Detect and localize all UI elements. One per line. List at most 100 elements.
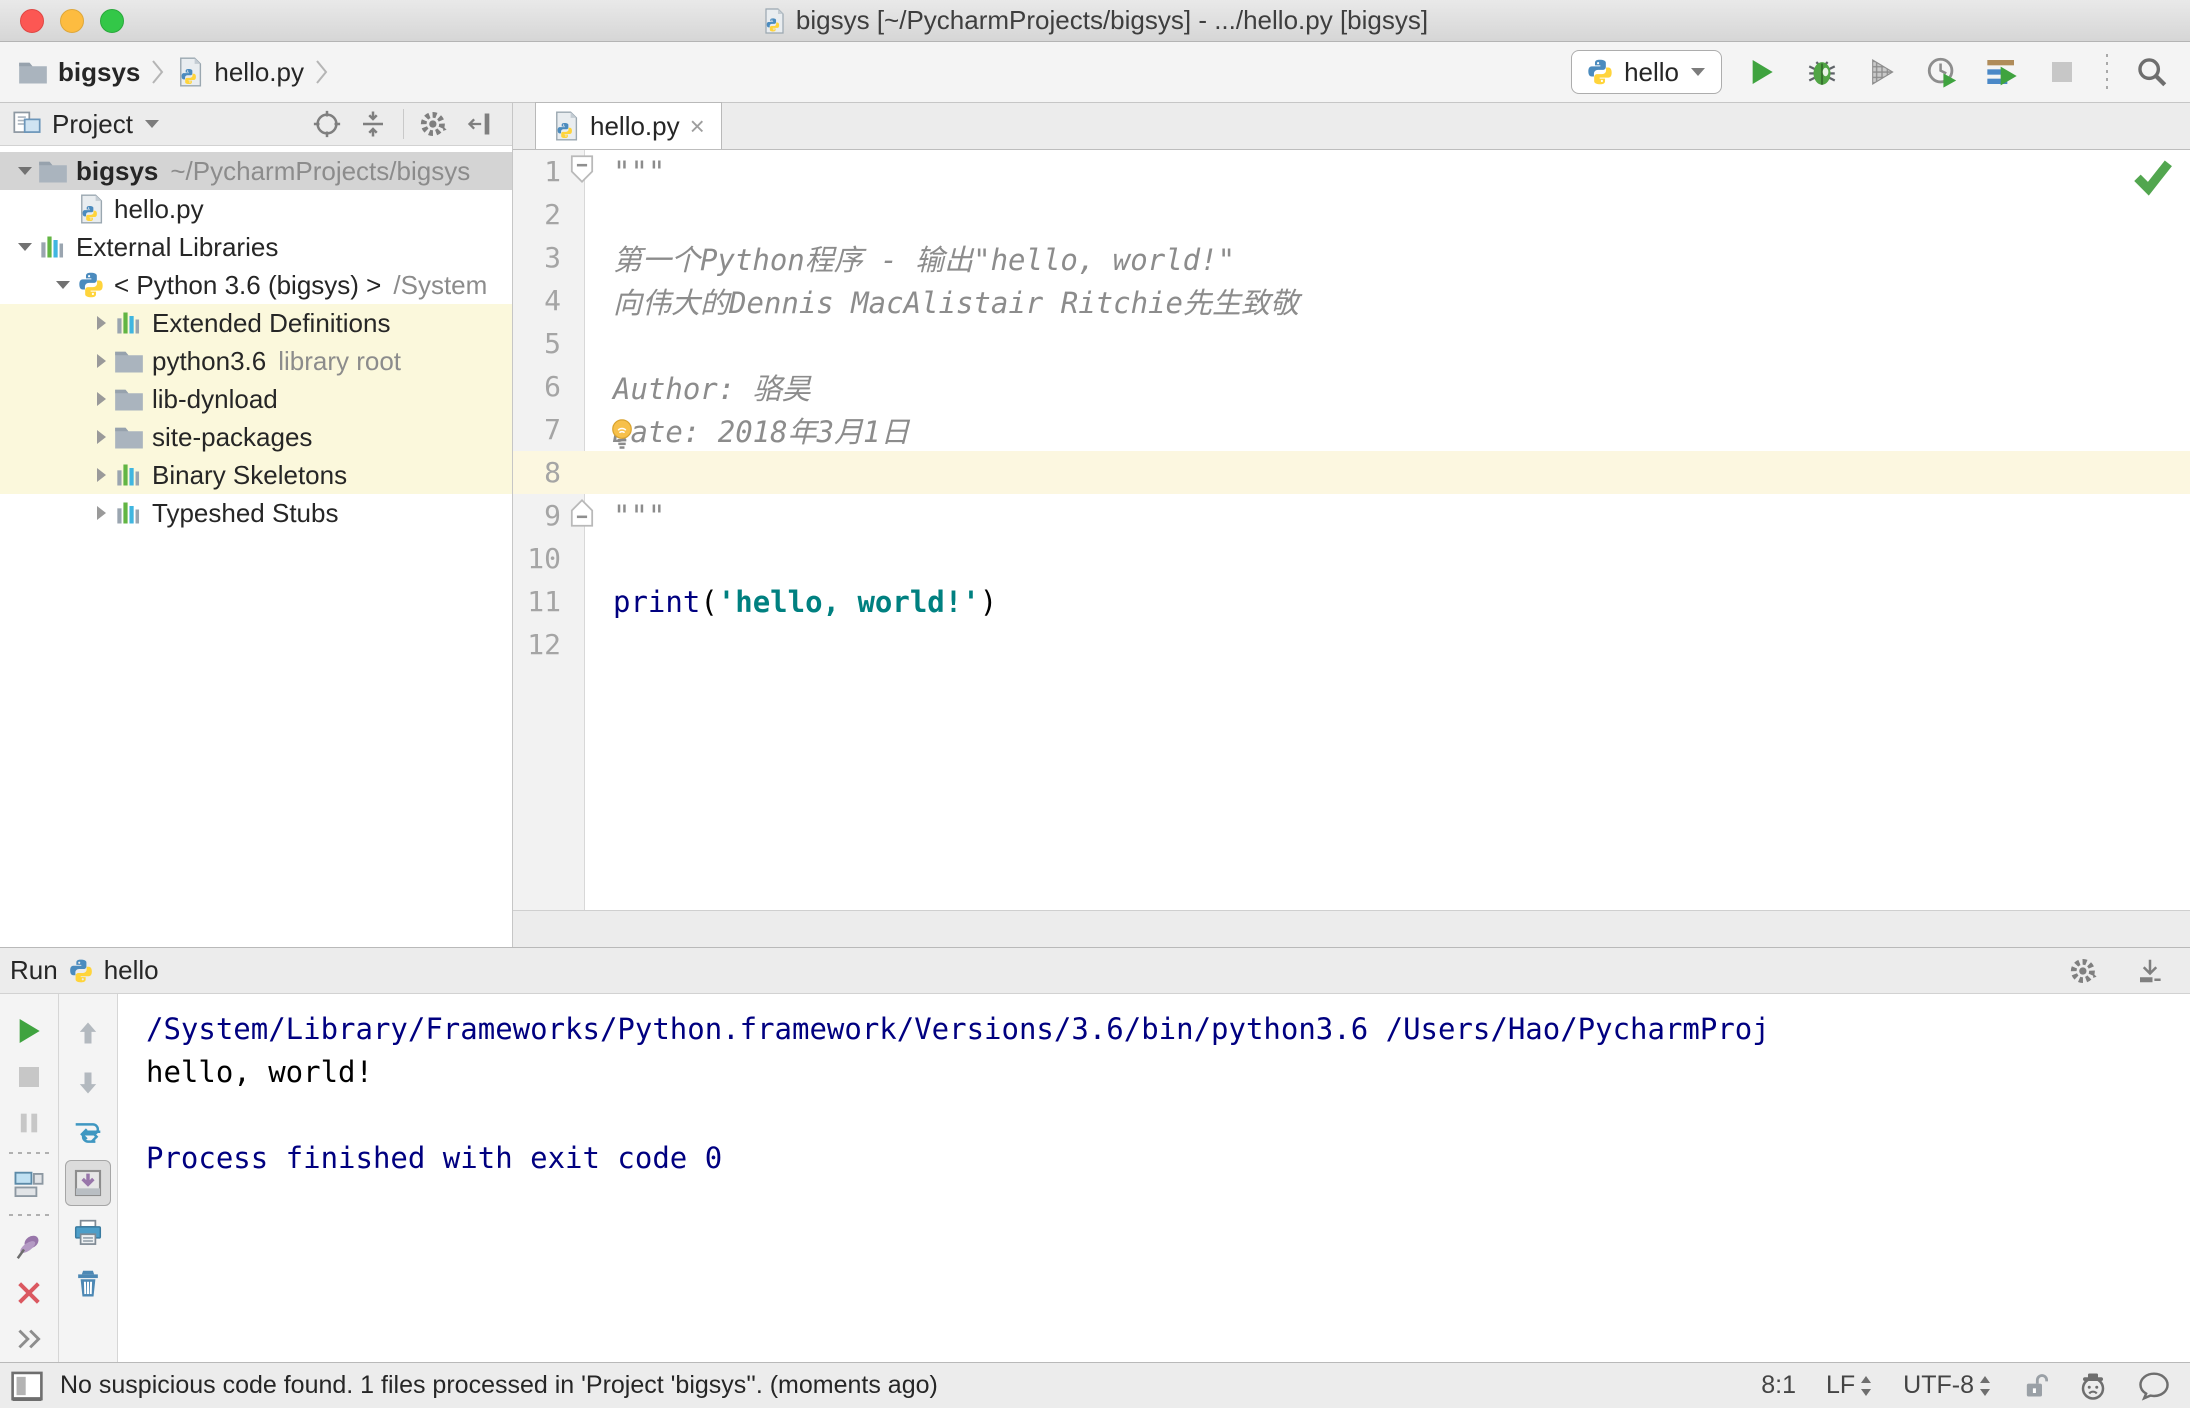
clear-all-button[interactable] bbox=[59, 1258, 118, 1308]
line-number: 12 bbox=[527, 628, 561, 661]
chevron-expanded-icon[interactable] bbox=[12, 160, 38, 182]
tree-row[interactable]: lib-dynload bbox=[0, 380, 512, 418]
hector-inspections-icon[interactable] bbox=[2078, 1371, 2108, 1401]
code-line[interactable]: 1 """ bbox=[513, 150, 2190, 193]
code-line[interactable]: 4 向伟大的Dennis MacAlistair Ritchie先生致敬 bbox=[513, 279, 2190, 322]
chevron-collapsed-icon[interactable] bbox=[88, 350, 114, 372]
run-panel-title[interactable]: Run bbox=[10, 955, 58, 986]
code-line[interactable]: 9 """ bbox=[513, 494, 2190, 537]
toolwindow-toggle-icon[interactable] bbox=[10, 1370, 44, 1402]
caret-position-widget[interactable]: 8:1 bbox=[1761, 1371, 1796, 1400]
tree-row[interactable]: Binary Skeletons bbox=[0, 456, 512, 494]
library-icon bbox=[38, 233, 68, 261]
profile-button[interactable] bbox=[1922, 52, 1962, 92]
collapse-all-button[interactable] bbox=[353, 104, 393, 144]
tree-row[interactable]: python3.6 library root bbox=[0, 342, 512, 380]
trash-icon bbox=[73, 1267, 103, 1299]
run-console[interactable]: /System/Library/Frameworks/Python.framew… bbox=[118, 994, 2190, 1362]
code-line[interactable]: 3 第一个Python程序 - 输出"hello, world!" bbox=[513, 236, 2190, 279]
pyfile-icon bbox=[176, 57, 204, 87]
fold-start-marker[interactable] bbox=[569, 155, 595, 183]
close-tab-icon[interactable]: × bbox=[690, 113, 705, 139]
code-line[interactable]: 7 Date: 2018年3月1日 bbox=[513, 408, 2190, 451]
debug-button[interactable] bbox=[1802, 52, 1842, 92]
chevron-collapsed-icon[interactable] bbox=[88, 464, 114, 486]
hide-panel-button[interactable] bbox=[460, 104, 500, 144]
close-window-button[interactable] bbox=[20, 8, 44, 33]
tree-row[interactable]: site-packages bbox=[0, 418, 512, 456]
search-everywhere-button[interactable] bbox=[2132, 52, 2172, 92]
chevron-collapsed-icon[interactable] bbox=[88, 312, 114, 334]
tree-item-suffix: library root bbox=[278, 345, 402, 376]
breadcrumb-project[interactable]: bigsys bbox=[58, 57, 140, 88]
library-icon bbox=[114, 461, 144, 489]
minimize-window-button[interactable] bbox=[60, 8, 84, 33]
chevron-collapsed-icon[interactable] bbox=[88, 388, 114, 410]
soft-wrap-button[interactable] bbox=[59, 1108, 118, 1158]
tree-item-label: lib-dynload bbox=[152, 383, 278, 414]
tab-hello-py[interactable]: hello.py × bbox=[535, 102, 722, 149]
line-number: 3 bbox=[544, 241, 561, 274]
printer-icon bbox=[72, 1218, 104, 1248]
code-editor[interactable]: 1 """ 2 3 第一个Python程序 - 输出"hello, world!" 4 向伟… bbox=[513, 150, 2190, 910]
encoding-value: UTF-8 bbox=[1903, 1371, 1974, 1399]
tree-row[interactable]: External Libraries bbox=[0, 228, 512, 266]
run-button[interactable] bbox=[1742, 52, 1782, 92]
intention-bulb-icon[interactable] bbox=[609, 418, 635, 450]
locate-file-button[interactable] bbox=[307, 104, 347, 144]
code-line[interactable]: 8 bbox=[513, 451, 2190, 494]
navigation-bar: bigsys hello.py hello bbox=[0, 42, 2190, 103]
hide-run-panel-button[interactable] bbox=[2130, 951, 2170, 991]
encoding-widget[interactable]: UTF-8 bbox=[1903, 1371, 1992, 1400]
pin-tab-button[interactable] bbox=[0, 1224, 58, 1270]
code-line[interactable]: 10 bbox=[513, 537, 2190, 580]
stop-process-button bbox=[0, 1054, 58, 1100]
pyfile-icon bbox=[552, 111, 580, 141]
rerun-button[interactable] bbox=[0, 1008, 58, 1054]
run-settings-button[interactable] bbox=[2064, 951, 2104, 991]
code-line[interactable]: 2 bbox=[513, 193, 2190, 236]
tab-label: hello.py bbox=[590, 110, 680, 141]
restore-layout-icon bbox=[13, 1170, 45, 1200]
zoom-window-button[interactable] bbox=[100, 8, 124, 33]
library-icon bbox=[114, 499, 144, 527]
breadcrumb-file[interactable]: hello.py bbox=[214, 57, 304, 88]
code-line[interactable]: 11 print('hello, world!') bbox=[513, 580, 2190, 623]
stop-icon bbox=[14, 1062, 44, 1092]
tree-row[interactable]: Typeshed Stubs bbox=[0, 494, 512, 532]
pycharm-window: bigsys [~/PycharmProjects/bigsys] - .../… bbox=[0, 0, 2190, 1408]
play-icon bbox=[13, 1015, 45, 1047]
project-panel-title[interactable]: Project bbox=[52, 109, 133, 140]
coverage-button[interactable] bbox=[1862, 52, 1902, 92]
code-line[interactable]: 6 Author: 骆昊 bbox=[513, 365, 2190, 408]
window-title: bigsys [~/PycharmProjects/bigsys] - .../… bbox=[795, 5, 1429, 35]
line-ending-widget[interactable]: LF bbox=[1826, 1371, 1873, 1400]
code-line[interactable]: 5 bbox=[513, 322, 2190, 365]
print-button[interactable] bbox=[59, 1208, 118, 1258]
traffic-lights bbox=[20, 0, 124, 41]
chevron-collapsed-icon[interactable] bbox=[88, 502, 114, 524]
chevron-down-icon[interactable] bbox=[143, 118, 161, 130]
scroll-to-end-button[interactable] bbox=[59, 1158, 118, 1208]
run-configuration-select[interactable]: hello bbox=[1571, 50, 1722, 94]
tree-row[interactable]: Extended Definitions bbox=[0, 304, 512, 342]
close-run-panel-button[interactable] bbox=[0, 1270, 58, 1316]
more-actions-button[interactable] bbox=[0, 1316, 58, 1362]
settings-button[interactable] bbox=[414, 104, 454, 144]
down-stack-trace-button bbox=[59, 1058, 118, 1108]
chevron-expanded-icon[interactable] bbox=[12, 236, 38, 258]
tree-row[interactable]: < Python 3.6 (bigsys) > /System bbox=[0, 266, 512, 304]
concurrency-diagram-button[interactable] bbox=[1982, 52, 2022, 92]
code-line[interactable]: 12 bbox=[513, 623, 2190, 666]
chevron-collapsed-icon[interactable] bbox=[88, 426, 114, 448]
tree-row[interactable]: bigsys ~/PycharmProjects/bigsys bbox=[0, 152, 512, 190]
lock-open-icon[interactable] bbox=[2022, 1372, 2048, 1400]
tree-item-suffix: /System bbox=[393, 269, 488, 300]
chevron-expanded-icon[interactable] bbox=[50, 274, 76, 296]
status-message[interactable]: No suspicious code found. 1 files proces… bbox=[60, 1371, 938, 1400]
fold-end-marker[interactable] bbox=[569, 499, 595, 527]
restore-layout-button[interactable] bbox=[0, 1162, 58, 1208]
inspections-ok-icon[interactable] bbox=[2130, 156, 2174, 196]
tree-row[interactable]: hello.py bbox=[0, 190, 512, 228]
feedback-bubble-icon[interactable] bbox=[2138, 1371, 2170, 1401]
